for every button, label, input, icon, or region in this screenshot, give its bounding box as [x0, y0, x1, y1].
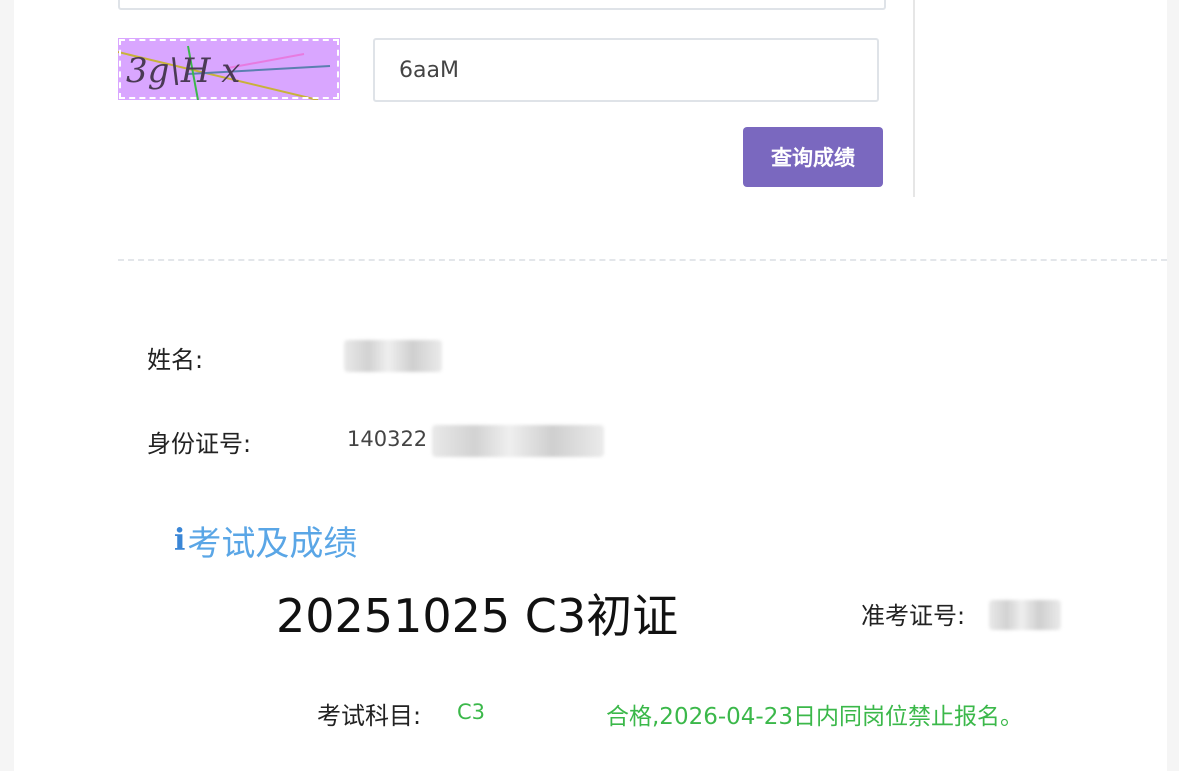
admission-ticket-label: 准考证号: — [861, 602, 966, 630]
info-icon: i — [174, 523, 186, 558]
exam-results-heading: i 考试及成绩 — [174, 516, 357, 565]
name-label: 姓名: — [147, 346, 204, 374]
captcha-input[interactable] — [373, 38, 879, 102]
id-number-prefix: 140322 — [347, 427, 428, 451]
admission-ticket-redacted — [989, 600, 1061, 630]
query-score-button[interactable]: 查询成绩 — [743, 127, 883, 187]
exam-name: 20251025 C3初证 — [276, 589, 679, 643]
exam-subject-label: 考试科目: — [317, 702, 422, 730]
exam-subject-value: C3 — [457, 700, 486, 724]
name-value-redacted — [344, 340, 442, 372]
id-number-label: 身份证号: — [147, 430, 252, 458]
captcha-text: 3g\H x — [126, 51, 240, 91]
vertical-divider — [913, 0, 915, 197]
exam-results-title: 考试及成绩 — [187, 524, 358, 564]
page: 3g\H x 查询成绩 姓名: 身份证号: 140322 i 考试及成绩 202… — [14, 0, 1167, 771]
previous-input-field[interactable] — [118, 0, 886, 10]
captcha-image[interactable]: 3g\H x — [118, 38, 340, 100]
id-number-redacted — [432, 425, 604, 457]
captcha-svg: 3g\H x — [118, 38, 340, 100]
section-divider — [118, 259, 1167, 261]
exam-result-status: 合格,2026-04-23日内同岗位禁止报名。 — [606, 704, 1023, 730]
